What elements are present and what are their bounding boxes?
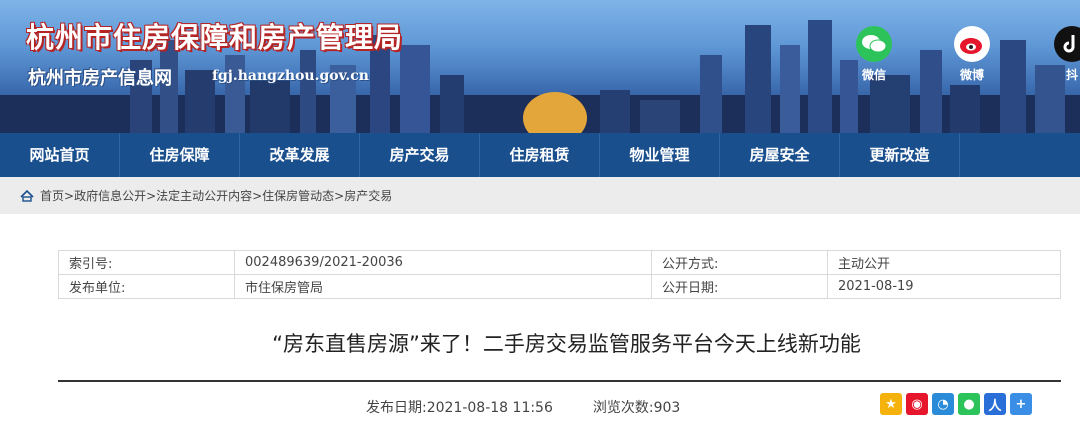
- site-banner: 杭州市住房保障和房产管理局 杭州市房产信息网 fgj.hangzhou.gov.…: [0, 0, 1080, 133]
- wechat-icon: [856, 26, 892, 62]
- weibo-label: 微博: [959, 68, 984, 82]
- weibo-share-icon[interactable]: ◉: [906, 393, 928, 415]
- title-divider: [58, 380, 1061, 382]
- wechat-share-icon[interactable]: ●: [958, 393, 980, 415]
- date-value: 2021-08-19: [827, 274, 1061, 299]
- index-label: 索引号:: [58, 250, 235, 275]
- weibo-icon: [954, 26, 990, 62]
- publish-date-label: 发布日期:: [366, 400, 427, 416]
- method-value: 主动公开: [827, 250, 1061, 275]
- more-share-icon[interactable]: +: [1010, 393, 1032, 415]
- nav-item-home[interactable]: 网站首页: [0, 133, 120, 177]
- breadcrumb: 首页>政府信息公开>法定主动公开内容>住保房管动态>房产交易: [20, 187, 392, 204]
- people-share-icon[interactable]: 人: [984, 393, 1006, 415]
- main-nav: 网站首页 住房保障 改革发展 房产交易 住房租赁 物业管理 房屋安全 更新改造: [0, 133, 1080, 177]
- douyin-link[interactable]: 抖: [1048, 26, 1080, 83]
- nav-item-renewal[interactable]: 更新改造: [840, 133, 960, 177]
- publisher-label: 发布单位:: [58, 274, 235, 299]
- douyin-icon: [1054, 26, 1080, 62]
- site-subtitle: 杭州市房产信息网: [28, 68, 172, 89]
- nav-item-property-trade[interactable]: 房产交易: [360, 133, 480, 177]
- qzone-icon[interactable]: ★: [880, 393, 902, 415]
- date-label: 公开日期:: [651, 274, 828, 299]
- weibo-link[interactable]: 微博: [948, 26, 996, 83]
- index-value: 002489639/2021-20036: [234, 250, 652, 275]
- breadcrumb-bar: 首页>政府信息公开>法定主动公开内容>住保房管动态>房产交易: [0, 177, 1080, 214]
- breadcrumb-home-link[interactable]: 首页: [40, 189, 64, 203]
- qq-share-icon[interactable]: ◔: [932, 393, 954, 415]
- share-bar: ★ ◉ ◔ ● 人 +: [880, 393, 1032, 415]
- publisher-value: 市住保房管局: [234, 274, 652, 299]
- nav-item-reform[interactable]: 改革发展: [240, 133, 360, 177]
- nav-item-property-mgmt[interactable]: 物业管理: [600, 133, 720, 177]
- article-title: “房东直售房源”来了！二手房交易监管服务平台今天上线新功能: [272, 332, 861, 356]
- publish-date: 发布日期:2021-08-18 11:56: [366, 397, 553, 417]
- wechat-label: 微信: [861, 68, 886, 82]
- table-row: 发布单位: 市住保房管局 公开日期: 2021-08-19: [58, 274, 1061, 299]
- nav-item-rental[interactable]: 住房租赁: [480, 133, 600, 177]
- site-domain: fgj.hangzhou.gov.cn: [212, 68, 369, 84]
- publish-date-value: 2021-08-18 11:56: [426, 400, 553, 416]
- nav-item-house-safety[interactable]: 房屋安全: [720, 133, 840, 177]
- article-meta: 发布日期:2021-08-18 11:56 浏览次数:903: [366, 397, 680, 417]
- view-count-value: 903: [653, 400, 681, 416]
- info-table: 索引号: 002489639/2021-20036 公开方式: 主动公开 发布单…: [58, 250, 1061, 299]
- view-count: 浏览次数:903: [593, 397, 680, 417]
- breadcrumb-path[interactable]: >政府信息公开>法定主动公开内容>住保房管动态>房产交易: [64, 189, 392, 203]
- table-row: 索引号: 002489639/2021-20036 公开方式: 主动公开: [58, 250, 1061, 275]
- method-label: 公开方式:: [651, 250, 828, 275]
- nav-item-housing-security[interactable]: 住房保障: [120, 133, 240, 177]
- home-icon: [20, 189, 34, 202]
- wechat-link[interactable]: 微信: [850, 26, 898, 83]
- site-title: 杭州市住房保障和房产管理局: [26, 21, 404, 54]
- view-count-label: 浏览次数:: [592, 400, 654, 416]
- douyin-label: 抖: [1065, 68, 1078, 82]
